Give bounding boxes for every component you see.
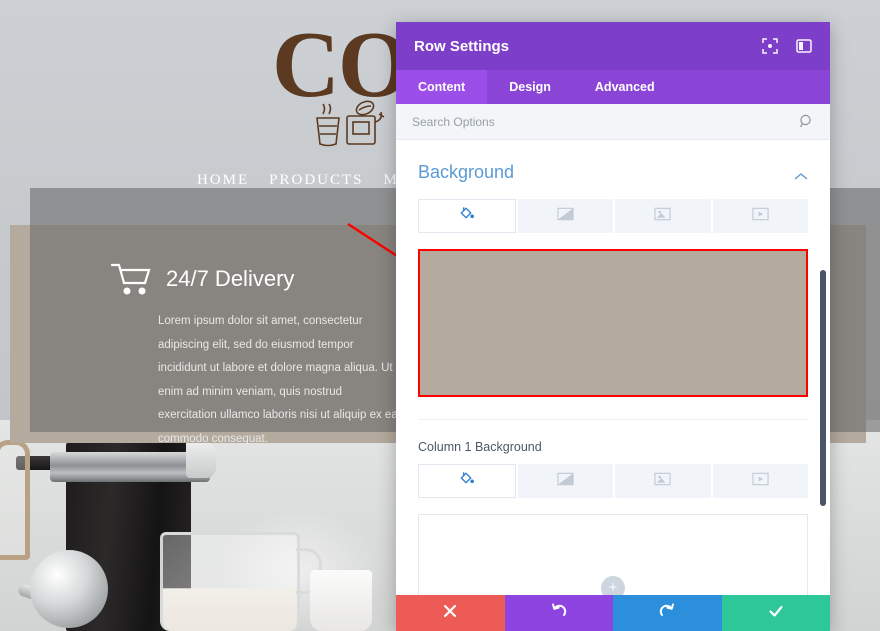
background-section-title: Background xyxy=(418,162,515,182)
tab-design[interactable]: Design xyxy=(487,70,573,104)
save-button[interactable] xyxy=(721,595,830,631)
photo-prop-scoop xyxy=(30,550,108,628)
column-background-gradient-tab[interactable] xyxy=(517,464,613,498)
row-background-color-swatch[interactable] xyxy=(418,249,808,397)
background-section-header[interactable]: Background xyxy=(418,140,808,199)
cancel-button[interactable] xyxy=(396,595,505,631)
gradient-icon xyxy=(557,472,574,491)
background-color-tab[interactable] xyxy=(418,199,516,233)
background-color-preview-wrap xyxy=(418,249,808,397)
background-video-tab[interactable] xyxy=(712,199,808,233)
modal-title: Row Settings xyxy=(414,37,510,55)
gradient-icon xyxy=(557,207,574,226)
undo-icon xyxy=(551,603,567,624)
column-background-type-tabs xyxy=(418,464,808,498)
close-x-icon xyxy=(442,603,458,624)
column-background-color-swatch[interactable]: + xyxy=(418,514,808,595)
add-color-button[interactable]: + xyxy=(601,576,625,595)
redo-icon xyxy=(659,603,675,624)
nav-item-home[interactable]: HOME xyxy=(197,172,249,189)
modal-header: Row Settings xyxy=(396,22,830,70)
blurb-title: 24/7 Delivery xyxy=(166,266,295,291)
modal-scrollbar[interactable] xyxy=(820,270,826,506)
coffee-cup-icon xyxy=(313,96,393,152)
shopping-cart-icon xyxy=(110,262,152,296)
modal-footer xyxy=(396,595,830,631)
background-image-tab[interactable] xyxy=(615,199,711,233)
checkmark-icon xyxy=(768,603,784,624)
modal-tabs: Content Design Advanced xyxy=(396,70,830,104)
image-icon xyxy=(654,207,671,226)
redo-button[interactable] xyxy=(613,595,722,631)
nav-item-products[interactable]: PRODUCTS xyxy=(269,172,363,189)
column-background-image-tab[interactable] xyxy=(615,464,711,498)
column-background-video-tab[interactable] xyxy=(712,464,808,498)
search-options-bar[interactable] xyxy=(396,104,830,140)
paint-bucket-icon xyxy=(458,205,475,227)
modal-body: Background Column 1 Background + xyxy=(396,140,830,595)
column-background-label: Column 1 Background xyxy=(418,419,808,464)
focus-target-icon[interactable] xyxy=(762,38,778,54)
paint-bucket-icon xyxy=(458,470,475,492)
image-icon xyxy=(654,472,671,491)
column-background-preview-wrap: + xyxy=(418,514,808,595)
photo-prop-beaker xyxy=(160,532,300,631)
blurb-header: 24/7 Delivery xyxy=(110,262,400,296)
column-background-color-tab[interactable] xyxy=(418,464,516,498)
video-icon xyxy=(752,207,769,226)
search-icon[interactable] xyxy=(799,114,814,129)
photo-prop-cup xyxy=(310,570,372,631)
modal-header-actions xyxy=(762,38,812,54)
search-input[interactable] xyxy=(412,114,799,129)
tab-advanced[interactable]: Advanced xyxy=(573,70,677,104)
blurb-body: Lorem ipsum dolor sit amet, consectetur … xyxy=(158,315,398,445)
photo-prop-grinder xyxy=(0,440,30,560)
screen: CO HOME PRODUCTS MEN xyxy=(0,0,880,631)
chevron-up-icon[interactable] xyxy=(794,168,808,180)
tab-content[interactable]: Content xyxy=(396,70,488,104)
panel-layout-icon[interactable] xyxy=(796,38,812,54)
blurb-module[interactable]: 24/7 Delivery Lorem ipsum dolor sit amet… xyxy=(110,262,400,451)
row-settings-modal[interactable]: Row Settings Content Design Advanced Sea… xyxy=(396,22,830,631)
background-type-tabs xyxy=(418,199,808,233)
background-gradient-tab[interactable] xyxy=(517,199,613,233)
site-nav: HOME PRODUCTS MEN xyxy=(197,172,423,189)
undo-button[interactable] xyxy=(504,595,613,631)
video-icon xyxy=(752,472,769,491)
